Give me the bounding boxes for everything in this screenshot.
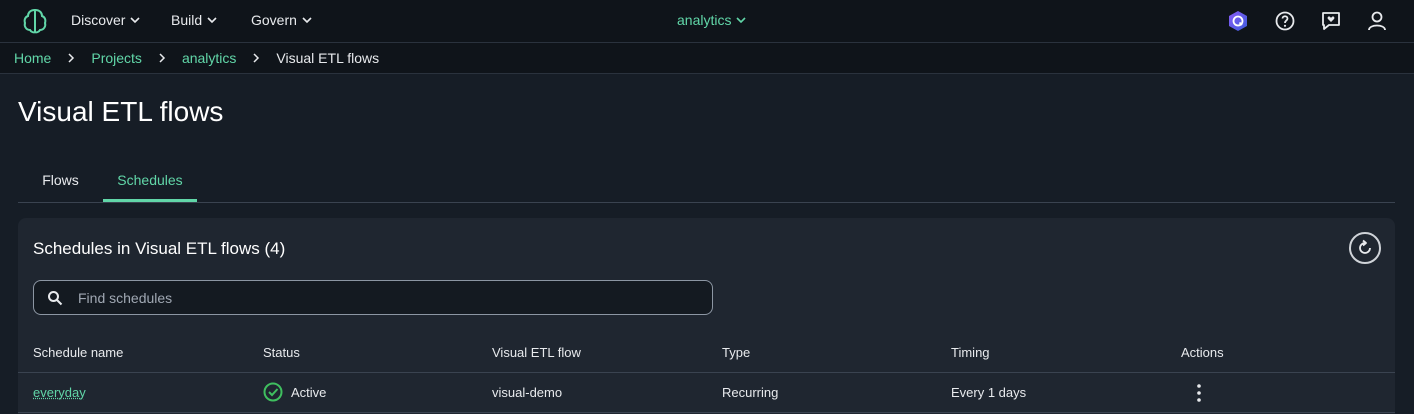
help-icon[interactable] — [1274, 10, 1296, 32]
feedback-icon[interactable] — [1320, 10, 1342, 32]
top-navigation: Discover Build Govern analytics — [0, 0, 1414, 43]
schedules-panel: Schedules in Visual ETL flows (4) Schedu… — [18, 218, 1395, 414]
nav-menu-label: Govern — [251, 12, 297, 28]
search-box — [33, 280, 713, 315]
column-header-status[interactable]: Status — [263, 345, 300, 360]
nav-menu-label: Build — [171, 12, 203, 28]
check-circle-icon — [263, 382, 283, 402]
type-cell: Recurring — [722, 385, 779, 400]
search-input[interactable] — [78, 281, 698, 314]
more-actions-icon[interactable] — [1193, 382, 1205, 404]
chevron-right-icon — [159, 53, 165, 63]
user-profile-icon[interactable] — [1366, 10, 1388, 32]
table-row: everyday Active visual-demo Recurring Ev… — [18, 373, 1395, 413]
flow-cell: visual-demo — [492, 385, 563, 400]
tab-bar: Flows Schedules — [18, 160, 1395, 203]
chevron-down-icon — [130, 17, 141, 24]
panel-title: Schedules in Visual ETL flows (4) — [33, 239, 286, 258]
chevron-down-icon — [302, 17, 312, 24]
tab-schedules[interactable]: Schedules — [103, 160, 197, 202]
column-header-actions: Actions — [1181, 345, 1224, 360]
table-header: Schedule name Status Visual ETL flow Typ… — [18, 338, 1395, 373]
status-label: Active — [291, 384, 327, 400]
status-cell: Active — [263, 382, 326, 402]
tab-flows[interactable]: Flows — [18, 160, 103, 202]
nav-menu-govern[interactable]: Govern — [251, 12, 312, 28]
column-header-schedule-name[interactable]: Schedule name — [33, 345, 123, 360]
chevron-right-icon — [68, 53, 75, 63]
page-title: Visual ETL flows — [18, 96, 224, 127]
breadcrumb-project[interactable]: analytics — [182, 50, 236, 66]
project-selector[interactable]: analytics — [677, 12, 747, 28]
breadcrumb-projects[interactable]: Projects — [91, 50, 142, 66]
refresh-button[interactable] — [1349, 232, 1381, 264]
nav-menu-build[interactable]: Build — [171, 12, 217, 28]
sagemaker-brain-icon[interactable] — [22, 8, 48, 34]
column-header-type[interactable]: Type — [722, 345, 750, 360]
column-header-visual-etl-flow[interactable]: Visual ETL flow — [492, 345, 581, 360]
chevron-down-icon — [207, 17, 217, 24]
timing-cell: Every 1 days — [951, 385, 1027, 400]
nav-menu-label: Discover — [71, 12, 126, 28]
refresh-icon — [1359, 239, 1371, 254]
chevron-down-icon — [736, 17, 747, 24]
breadcrumb-bar: Home Projects analytics Visual ETL flows — [0, 43, 1414, 74]
breadcrumb-home[interactable]: Home — [14, 50, 51, 66]
breadcrumb-current: Visual ETL flows — [276, 50, 380, 66]
project-selector-label: analytics — [677, 12, 732, 28]
column-header-timing[interactable]: Timing — [951, 345, 990, 360]
nav-menu-discover[interactable]: Discover — [71, 12, 141, 28]
schedule-name-link[interactable]: everyday — [33, 385, 86, 400]
q-assistant-icon[interactable] — [1227, 10, 1249, 32]
search-icon — [48, 291, 63, 306]
chevron-right-icon — [253, 53, 260, 63]
breadcrumb: Home Projects analytics Visual ETL flows — [14, 50, 379, 66]
